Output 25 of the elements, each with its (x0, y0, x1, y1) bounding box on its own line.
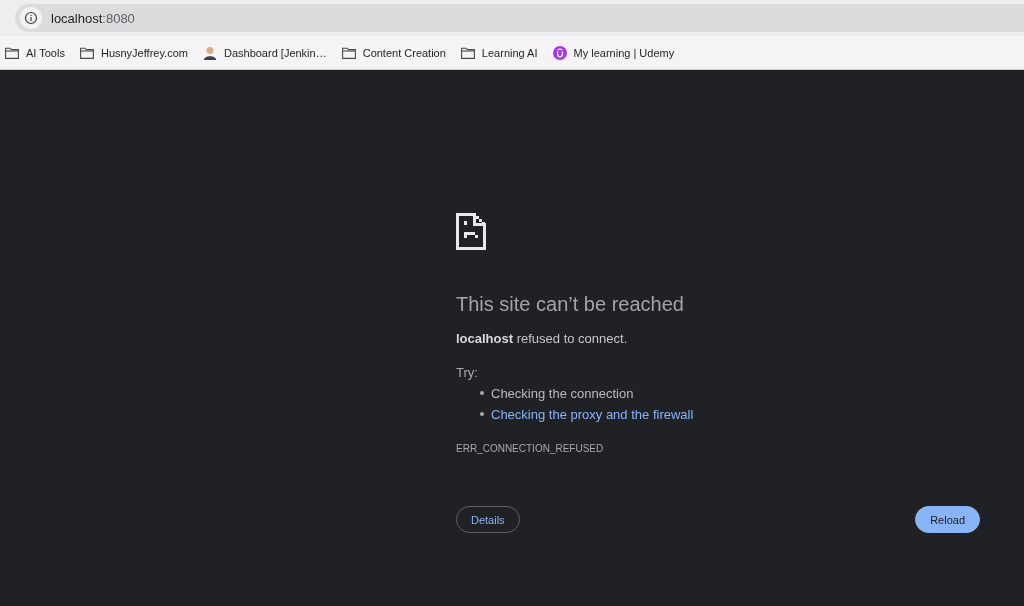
bullet-icon (480, 412, 484, 416)
bookmark-link[interactable]: HusnyJeffrey.com (79, 46, 188, 59)
folder-icon (341, 46, 356, 59)
avatar-icon (202, 45, 217, 60)
folder-icon (460, 46, 475, 59)
try-label: Try: (456, 365, 479, 381)
folder-icon (5, 46, 19, 59)
bookmark-link[interactable]: Dashboard [Jenkin… (202, 45, 327, 60)
sad-page-icon (456, 213, 486, 250)
bookmark-link[interactable]: Learning AI (460, 46, 538, 59)
url-text: localhost:8080 (51, 10, 135, 26)
suggestion-link[interactable]: Checking the proxy and the firewall (491, 406, 694, 422)
bookmark-link[interactable]: Content Creation (341, 46, 446, 59)
error-title: This site can’t be reached (456, 292, 685, 316)
info-icon[interactable] (20, 7, 42, 29)
error-code: ERR_CONNECTION_REFUSED (456, 443, 605, 455)
address-bar[interactable]: localhost:8080 (15, 4, 1024, 32)
folder-icon (79, 46, 94, 59)
bookmark-link[interactable]: AI Tools (5, 46, 65, 59)
badge-icon (552, 45, 567, 60)
suggestion-text: Checking the connection (491, 385, 634, 401)
bookmark-link[interactable]: My learning | Udemy (552, 45, 675, 60)
error-message: localhost refused to connect. (456, 331, 629, 347)
bullet-icon (480, 391, 484, 395)
reload-button[interactable]: Reload (915, 506, 980, 533)
